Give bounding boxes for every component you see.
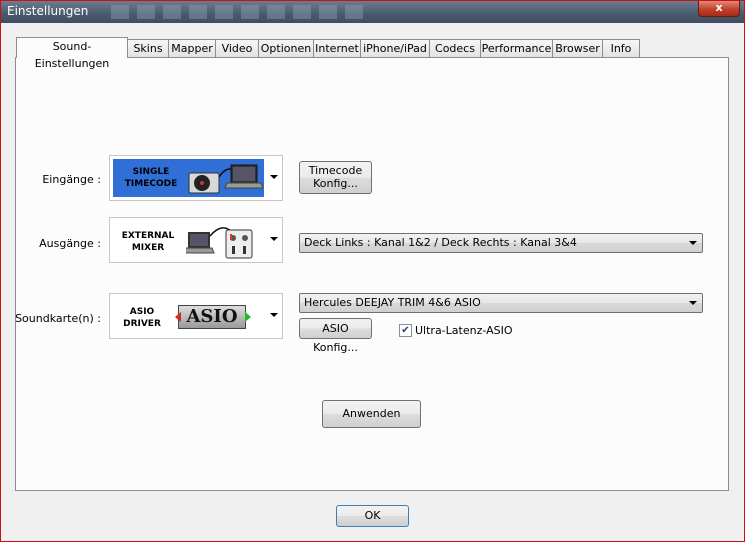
tab-mapper[interactable]: Mapper (168, 39, 216, 57)
chevron-down-icon (689, 241, 697, 245)
tab-video[interactable]: Video (215, 39, 259, 57)
soundcard-device-dropdown[interactable]: Hercules DEEJAY TRIM 4&6 ASIO (299, 293, 703, 313)
inputs-mode-selector[interactable]: SINGLE TIMECODE (109, 155, 283, 201)
green-arrow-icon (245, 312, 251, 322)
tab-codecs[interactable]: Codecs (429, 39, 481, 57)
outputs-label: Ausgänge : (39, 237, 101, 250)
apply-button[interactable]: Anwenden (322, 400, 421, 428)
outputs-routing-value: Deck Links : Kanal 1&2 / Deck Rechts : K… (304, 236, 577, 249)
inputs-image-line1: SINGLE (132, 167, 170, 177)
soundcard-image-line2: DRIVER (123, 319, 161, 329)
outputs-routing-dropdown[interactable]: Deck Links : Kanal 1&2 / Deck Rechts : K… (299, 233, 703, 253)
soundcard-dropdown-arrow-icon[interactable] (270, 313, 278, 317)
chevron-down-icon (689, 301, 697, 305)
outputs-dropdown-arrow-icon[interactable] (270, 237, 278, 241)
outputs-image-line1: EXTERNAL (121, 231, 175, 241)
outputs-mode-selector[interactable]: EXTERNAL MIXER (109, 217, 283, 263)
soundcard-device-value: Hercules DEEJAY TRIM 4&6 ASIO (304, 296, 481, 309)
timecode-config-button[interactable]: Timecode Konfig... (299, 161, 372, 194)
asio-logo: ASIO (175, 305, 251, 329)
turntable-laptop-icon (188, 164, 263, 194)
tab-performance[interactable]: Performance (480, 39, 553, 57)
laptop-mixer-icon (186, 227, 253, 259)
timecode-button-line1: Timecode (308, 164, 363, 177)
title-bar-background-graphic (111, 5, 371, 19)
window-title: Einstellungen (7, 4, 89, 18)
soundcard-label: Soundkarte(n) : (15, 312, 101, 325)
title-bar[interactable]: Einstellungen x (1, 1, 744, 23)
close-button[interactable]: x (698, 1, 740, 17)
tab-info[interactable]: Info (602, 39, 640, 57)
ultra-latency-checkbox[interactable]: ✔ (399, 324, 412, 337)
ok-button[interactable]: OK (336, 505, 409, 527)
asio-logo-text: ASIO (186, 306, 238, 327)
soundcard-image-line1: ASIO (129, 307, 155, 317)
tab-iphone-ipad[interactable]: iPhone/iPad (360, 39, 430, 57)
tab-sound-settings[interactable]: Sound-Einstellungen (16, 37, 128, 70)
outputs-mode-image-text: EXTERNAL MIXER (114, 230, 182, 254)
soundcard-image-text: ASIO DRIVER (114, 306, 170, 330)
inputs-mode-image-text: SINGLE TIMECODE (119, 166, 183, 190)
outputs-image-line2: MIXER (131, 243, 165, 253)
tab-internet[interactable]: Internet (313, 39, 361, 57)
timecode-button-line2: Konfig... (313, 177, 358, 190)
inputs-mode-image: SINGLE TIMECODE (113, 159, 264, 197)
tab-browser[interactable]: Browser (552, 39, 603, 57)
tab-options[interactable]: Optionen (258, 39, 314, 57)
tab-skins[interactable]: Skins (127, 39, 169, 57)
inputs-dropdown-arrow-icon[interactable] (270, 175, 278, 179)
settings-window: Einstellungen x Sound-Einstellungen Skin… (0, 0, 745, 542)
soundcard-driver-selector[interactable]: ASIO DRIVER ASIO (109, 293, 283, 339)
asio-config-button[interactable]: ASIO Konfig... (299, 318, 372, 354)
ultra-latency-label: Ultra-Latenz-ASIO (415, 324, 513, 337)
inputs-label: Eingänge : (42, 173, 101, 186)
inputs-image-line2: TIMECODE (124, 179, 178, 189)
